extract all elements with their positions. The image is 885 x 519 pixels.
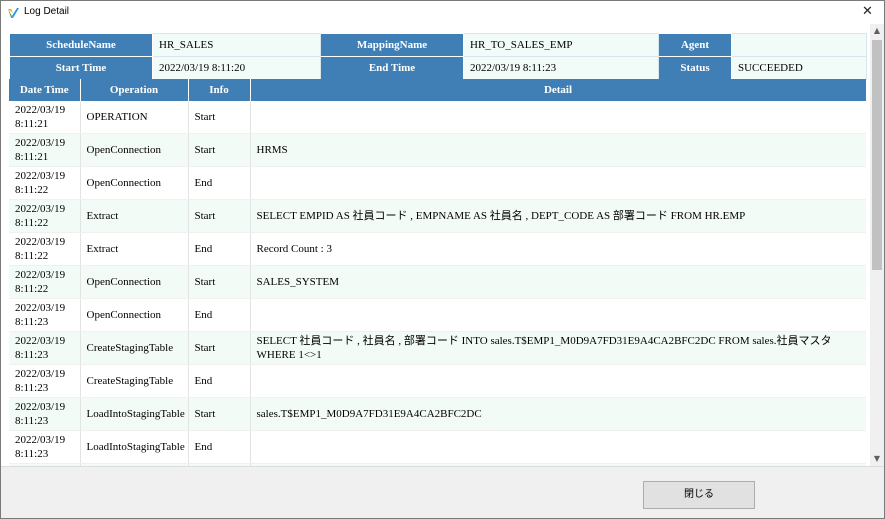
cell-datetime: 2022/03/19 8:11:23 [9, 430, 81, 464]
cell-datetime: 2022/03/19 8:11:22 [9, 199, 81, 233]
log-content: ScheduleName HR_SALES MappingName HR_TO_… [1, 24, 884, 466]
app-logo-icon [8, 8, 19, 18]
table-row[interactable]: 2022/03/19 8:11:22 OpenConnection End [9, 166, 866, 200]
scrollbar-thumb[interactable] [872, 40, 882, 270]
cell-info: Start [188, 265, 251, 299]
cell-detail [250, 298, 866, 332]
cell-operation: OpenConnection [80, 265, 189, 299]
title-bar: Log Detail ✕ [1, 1, 884, 24]
table-row[interactable]: 2022/03/19 8:11:22 Extract Start SELECT EMP… [9, 199, 866, 233]
cell-info: Start [188, 397, 251, 431]
column-header-datetime[interactable]: Date Time [9, 79, 81, 101]
cell-datetime: 2022/03/19 8:11:22 [9, 232, 81, 266]
cell-detail: SALES_SYSTEM [250, 265, 866, 299]
scroll-down-icon[interactable]: ▼ [870, 452, 884, 466]
schedule-name-label: ScheduleName [9, 33, 153, 57]
grid-header-row: Date Time Operation Info Detail [9, 79, 866, 101]
cell-detail: sales.T$EMP1_M0D9A7FD31E9A4CA2BFC2DC [250, 397, 866, 431]
table-row[interactable]: 2022/03/19 8:11:23 OpenConnection End [9, 298, 866, 332]
cell-detail [250, 101, 866, 134]
window-title: Log Detail [24, 6, 70, 17]
cell-operation: LoadIntoStagingTable [80, 397, 189, 431]
cell-operation: CreateStagingTable [80, 331, 189, 365]
mapping-name-label: MappingName [320, 33, 464, 57]
schedule-name-value: HR_SALES [152, 33, 321, 57]
cell-datetime: 2022/03/19 8:11:23 [9, 298, 81, 332]
log-summary-table: ScheduleName HR_SALES MappingName HR_TO_… [9, 33, 867, 80]
cell-operation: Extract [80, 232, 189, 266]
cell-info: End [188, 298, 251, 332]
cell-detail [250, 166, 866, 200]
end-time-value: 2022/03/19 8:11:23 [463, 56, 659, 80]
end-time-label: End Time [320, 56, 464, 80]
agent-label: Agent [658, 33, 732, 57]
table-row[interactable]: 2022/03/19 8:11:23 LoadIntoStagingTable St… [9, 397, 866, 431]
status-value: SUCCEEDED [731, 56, 867, 80]
cell-operation: CreateStagingTable [80, 364, 189, 398]
cell-detail [250, 430, 866, 464]
column-header-detail[interactable]: Detail [250, 79, 866, 101]
cell-datetime: 2022/03/19 8:11:22 [9, 265, 81, 299]
cell-detail [250, 364, 866, 398]
cell-info: Start [188, 101, 251, 134]
footer-bar: 閉じる [1, 466, 884, 518]
cell-info: Start [188, 199, 251, 233]
cell-datetime: 2022/03/19 8:11:22 [9, 166, 81, 200]
cell-detail: SELECT 社員コード , 社員名 , 部署コード INTO sales.T$… [250, 331, 866, 365]
cell-info: End [188, 430, 251, 464]
scroll-up-icon[interactable]: ▲ [870, 24, 884, 38]
cell-info: Start [188, 331, 251, 365]
cell-operation: OpenConnection [80, 166, 189, 200]
cell-datetime: 2022/03/19 8:11:23 [9, 364, 81, 398]
agent-value [731, 33, 867, 57]
status-label: Status [658, 56, 732, 80]
table-row[interactable]: 2022/03/19 8:11:22 OpenConnection Start SAL… [9, 265, 866, 299]
start-time-value: 2022/03/19 8:11:20 [152, 56, 321, 80]
cell-info: End [188, 364, 251, 398]
table-row[interactable]: 2022/03/19 8:11:23 CreateStagingTable End [9, 364, 866, 398]
table-row[interactable]: 2022/03/19 8:11:21 OpenConnection Start HRM… [9, 133, 866, 167]
cell-info: Start [188, 133, 251, 167]
table-row[interactable]: 2022/03/19 8:11:23 LoadIntoStagingTable En… [9, 430, 866, 464]
mapping-name-value: HR_TO_SALES_EMP [463, 33, 659, 57]
cell-operation: OpenConnection [80, 133, 189, 167]
column-header-operation[interactable]: Operation [80, 79, 189, 101]
cell-datetime: 2022/03/19 8:11:23 [9, 331, 81, 365]
cell-info: End [188, 232, 251, 266]
table-row[interactable]: 2022/03/19 8:11:22 Extract End Record Count… [9, 232, 866, 266]
cell-operation: OpenConnection [80, 298, 189, 332]
cell-datetime: 2022/03/19 8:11:23 [9, 397, 81, 431]
cell-detail: SELECT EMPID AS 社員コード , EMPNAME AS 社員名 ,… [250, 199, 866, 233]
cell-datetime: 2022/03/19 8:11:21 [9, 101, 81, 134]
cell-detail: HRMS [250, 133, 866, 167]
start-time-label: Start Time [9, 56, 153, 80]
column-header-info[interactable]: Info [188, 79, 251, 101]
log-grid: Date Time Operation Info Detail 2022/03/… [9, 79, 866, 466]
table-row[interactable]: 2022/03/19 8:11:21 OPERATION Start [9, 101, 866, 134]
table-row[interactable]: 2022/03/19 8:11:23 CreateStagingTable Star… [9, 331, 866, 365]
log-grid-container[interactable]: Date Time Operation Info Detail 2022/03/… [9, 79, 866, 466]
grid-body: 2022/03/19 8:11:21 OPERATION Start 2022/03/… [9, 101, 866, 466]
cell-operation: LoadIntoStagingTable [80, 430, 189, 464]
cell-datetime: 2022/03/19 8:11:21 [9, 133, 81, 167]
cell-detail: Record Count : 3 [250, 232, 866, 266]
cell-info: End [188, 166, 251, 200]
close-button[interactable]: 閉じる [643, 481, 755, 509]
close-icon[interactable]: ✕ [851, 1, 884, 23]
cell-operation: OPERATION [80, 101, 189, 134]
vertical-scrollbar[interactable]: ▲ ▼ [870, 24, 884, 466]
log-detail-window: Log Detail ✕ ScheduleName HR_SALES Mappi… [0, 0, 885, 519]
cell-operation: Extract [80, 199, 189, 233]
